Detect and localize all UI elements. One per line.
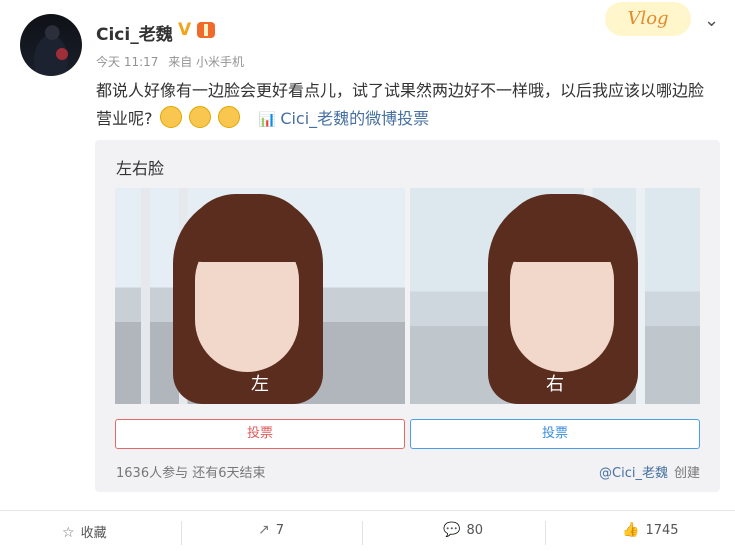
avatar[interactable] [20,14,82,76]
poll-icon: 📊 [258,112,277,128]
vote-right-button[interactable]: 投票 [410,419,700,449]
post-actions: ☆ 收藏 ↗ 7 💬 80 👍 1745 [0,510,735,551]
thumbs-up-icon: 👍 [622,522,640,538]
gift-icon [197,22,215,38]
collect-button[interactable]: ☆ 收藏 [62,522,107,541]
star-icon: ☆ [62,525,75,541]
vote-option-left-label: 左 [251,374,269,395]
chevron-down-icon[interactable]: ⌄ [704,10,719,31]
vote-creator: @Cici_老魏 创建 [599,466,700,481]
vote-option-right-label: 右 [546,374,564,395]
comment-icon: 💬 [443,522,461,538]
like-button[interactable]: 👍 1745 [622,522,679,538]
vote-card: 左右脸 左 右 投票 投票 1636人参与 还有6天结束 @Cici_老魏 创建 [95,140,720,492]
share-icon: ↗ [258,522,270,538]
vote-left-button[interactable]: 投票 [115,419,405,449]
vote-option-left-image[interactable]: 左 [115,188,405,404]
post-meta: 今天 11:17 来自 小米手机 [96,53,250,70]
user-name[interactable]: Cici_老魏 [96,20,173,45]
smile-emoji-icon [217,106,240,128]
vote-link[interactable]: 📊 Cici_老魏的微博投票 [259,109,429,128]
creator-user-link[interactable]: @Cici_老魏 [599,466,668,481]
post-time[interactable]: 今天 11:17 [96,55,158,69]
vote-option-right-image[interactable]: 右 [410,188,700,404]
comment-button[interactable]: 💬 80 [443,522,483,538]
vlog-badge[interactable]: Vlog [605,2,691,36]
smile-emoji-icon [159,106,182,128]
verified-icon: V [178,20,192,40]
vote-stats: 1636人参与 还有6天结束 [116,466,266,481]
repost-button[interactable]: ↗ 7 [258,522,284,538]
vote-title: 左右脸 [116,159,165,178]
smile-emoji-icon [188,106,211,128]
post-source: 来自 小米手机 [168,55,245,69]
post-content: 都说人好像有一边脸会更好看点儿，试了试果然两边好不一样哦，以后我应该以哪边脸营业… [96,77,716,134]
